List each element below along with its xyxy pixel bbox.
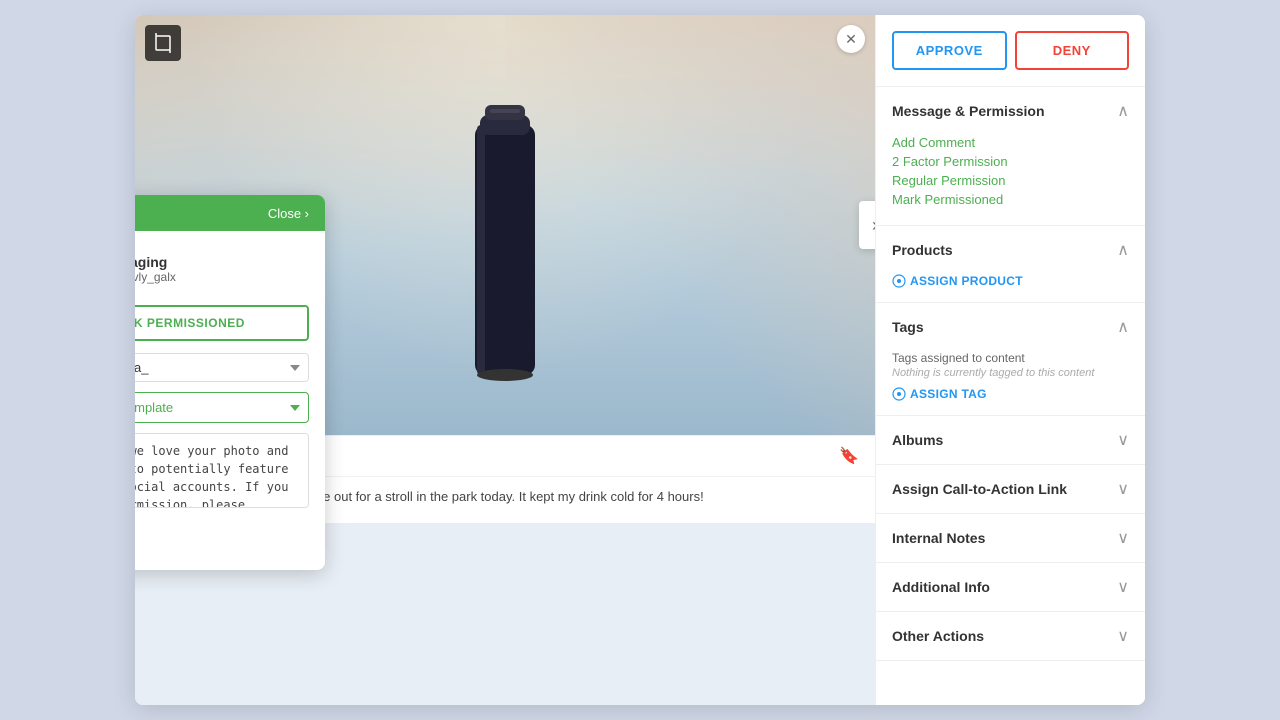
message-textarea[interactable]: Hey there, we love your photo and would … — [135, 433, 309, 508]
close-messaging-button[interactable]: Close › — [268, 206, 309, 221]
hand-overlay — [505, 15, 875, 435]
assign-product-icon — [892, 274, 906, 288]
message-permission-header[interactable]: Message & Permission ∧ — [876, 87, 1145, 135]
deny-button[interactable]: DENY — [1015, 31, 1130, 70]
cta-title: Assign Call-to-Action Link — [892, 481, 1067, 497]
cta-chevron: ∨ — [1117, 479, 1129, 499]
mark-permissioned-button[interactable]: MARK PERMISSIONED — [135, 305, 309, 341]
tags-empty-text: Nothing is currently tagged to this cont… — [892, 367, 1129, 379]
messaging-user-name: Messaging — [135, 254, 176, 270]
regular-permission-link[interactable]: Regular Permission — [892, 173, 1129, 188]
tags-chevron: ∧ — [1117, 317, 1129, 337]
albums-header[interactable]: Albums ∨ — [876, 416, 1145, 464]
action-buttons: APPROVE DENY — [876, 15, 1145, 87]
additional-info-title: Additional Info — [892, 579, 990, 595]
internal-notes-header[interactable]: Internal Notes ∨ — [876, 514, 1145, 562]
message-permission-title: Message & Permission — [892, 103, 1045, 119]
internal-notes-section: Internal Notes ∨ — [876, 514, 1145, 563]
other-actions-header[interactable]: Other Actions ∨ — [876, 612, 1145, 660]
mark-permissioned-link[interactable]: Mark Permissioned — [892, 192, 1129, 207]
tags-title: Tags — [892, 319, 924, 335]
albums-chevron: ∨ — [1117, 430, 1129, 450]
assign-tag-icon — [892, 387, 906, 401]
tags-header[interactable]: Tags ∧ — [876, 303, 1145, 351]
main-container: Messaging Close › Messaging — [135, 15, 1145, 705]
assign-product-link[interactable]: ASSIGN PRODUCT — [892, 274, 1129, 288]
crop-icon[interactable] — [145, 25, 181, 61]
from-row: From: @labrea_ — [135, 353, 309, 382]
right-panel: APPROVE DENY Message & Permission ∧ Add … — [875, 15, 1145, 705]
assign-tag-label: ASSIGN TAG — [910, 387, 987, 401]
messaging-header: Messaging Close › — [135, 195, 325, 231]
other-actions-chevron: ∨ — [1117, 626, 1129, 646]
additional-info-header[interactable]: Additional Info ∨ — [876, 563, 1145, 611]
approve-button[interactable]: APPROVE — [892, 31, 1007, 70]
internal-notes-chevron: ∨ — [1117, 528, 1129, 548]
bookmark-icon[interactable]: 🔖 — [839, 446, 859, 466]
factor-permission-link[interactable]: 2 Factor Permission — [892, 154, 1129, 169]
close-image-button[interactable]: ✕ — [837, 25, 865, 53]
albums-section: Albums ∨ — [876, 416, 1145, 465]
left-panel: Messaging Close › Messaging — [135, 15, 875, 705]
products-header[interactable]: Products ∧ — [876, 226, 1145, 274]
tags-section: Tags ∧ Tags assigned to content Nothing … — [876, 303, 1145, 416]
messaging-body: Messaging @luvly_galx MARK PERMISSIONED — [135, 231, 325, 570]
messaging-overlay: Messaging Close › Messaging — [135, 195, 325, 570]
tags-assigned-label: Tags assigned to content — [892, 351, 1129, 365]
cta-section: Assign Call-to-Action Link ∨ — [876, 465, 1145, 514]
other-actions-section: Other Actions ∨ — [876, 612, 1145, 661]
additional-info-chevron: ∨ — [1117, 577, 1129, 597]
internal-notes-title: Internal Notes — [892, 530, 985, 546]
products-title: Products — [892, 242, 953, 258]
message-permission-section: Message & Permission ∧ Add Comment 2 Fac… — [876, 87, 1145, 226]
products-section: Products ∧ ASSIGN PRODUCT — [876, 226, 1145, 303]
tags-content: Tags assigned to content Nothing is curr… — [876, 351, 1145, 415]
instagram-handle-text: @luvly_galx — [135, 270, 176, 284]
albums-title: Albums — [892, 432, 943, 448]
from-select[interactable]: @labrea_ — [135, 353, 309, 382]
products-content: ASSIGN PRODUCT — [876, 274, 1145, 302]
message-permission-content: Add Comment 2 Factor Permission Regular … — [876, 135, 1145, 225]
next-image-arrow[interactable]: › — [859, 201, 875, 249]
template-select[interactable]: Default DM Template — [135, 392, 309, 423]
other-actions-title: Other Actions — [892, 628, 984, 644]
cta-header[interactable]: Assign Call-to-Action Link ∨ — [876, 465, 1145, 513]
assign-product-label: ASSIGN PRODUCT — [910, 274, 1023, 288]
user-info-row: Messaging @luvly_galx — [135, 247, 309, 291]
messaging-user-handle: @luvly_galx — [135, 270, 176, 284]
message-permission-chevron: ∧ — [1117, 101, 1129, 121]
add-comment-link[interactable]: Add Comment — [892, 135, 1129, 150]
additional-info-section: Additional Info ∨ — [876, 563, 1145, 612]
assign-tag-link[interactable]: ASSIGN TAG — [892, 387, 1129, 401]
user-details: Messaging @luvly_galx — [135, 254, 176, 284]
products-chevron: ∧ — [1117, 240, 1129, 260]
